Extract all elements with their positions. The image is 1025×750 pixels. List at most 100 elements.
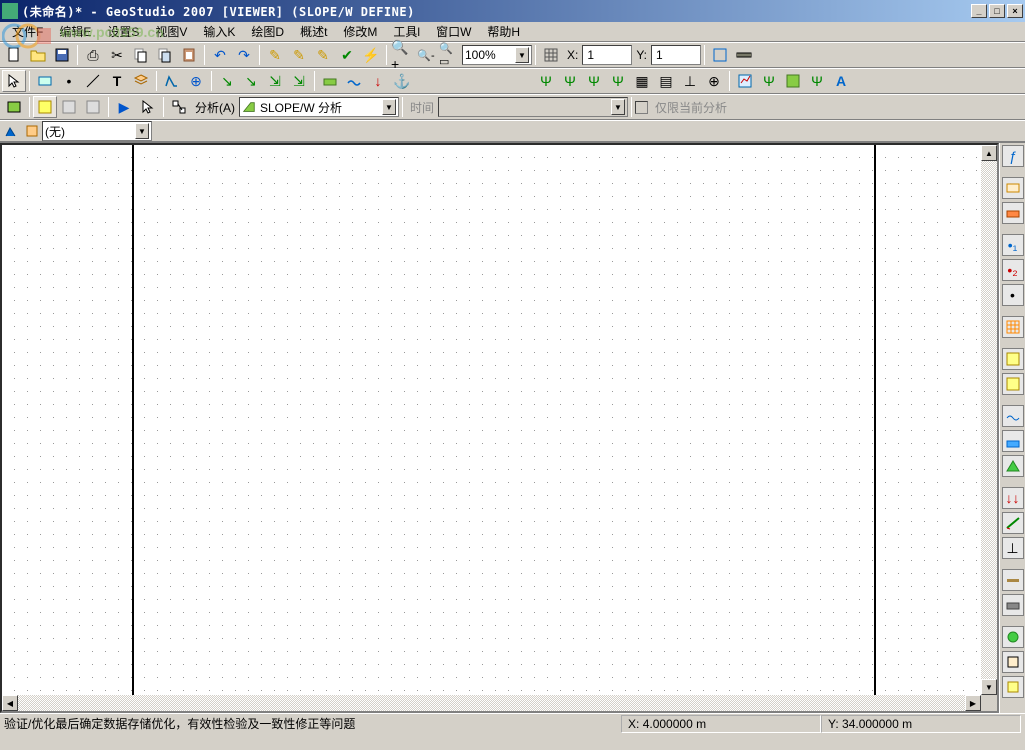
menu-help[interactable]: 帮助H <box>479 21 528 42</box>
open-button[interactable] <box>26 44 50 66</box>
scroll-right-button[interactable]: ▶ <box>965 695 981 711</box>
load-tool[interactable]: ↓ <box>366 70 390 92</box>
text-a-tool[interactable]: A <box>829 70 853 92</box>
save-button[interactable] <box>50 44 74 66</box>
menu-edit[interactable]: 编辑E <box>51 21 99 42</box>
layer-combo[interactable]: (无) ▼ <box>42 121 152 141</box>
verify-button[interactable]: ✔ <box>335 44 359 66</box>
print-button[interactable]: ⎙ <box>81 44 105 66</box>
menu-draw[interactable]: 绘图D <box>243 21 292 42</box>
rb-load1-button[interactable]: ↓↓ <box>1002 487 1024 509</box>
maximize-button[interactable]: □ <box>989 4 1005 18</box>
menu-desc[interactable]: 概述t <box>292 21 335 42</box>
text-tool[interactable]: T <box>105 70 129 92</box>
tree-3-tool[interactable]: Ψ <box>582 70 606 92</box>
solve-button[interactable]: ⚡ <box>359 44 383 66</box>
rb-misc2-button[interactable] <box>1002 651 1024 673</box>
zoom-in-button[interactable]: 🔍+ <box>390 44 414 66</box>
minimize-button[interactable]: _ <box>971 4 987 18</box>
zoom-combo[interactable]: 100% ▼ <box>462 45 532 65</box>
slip-surface-tool[interactable]: Ψ <box>757 70 781 92</box>
zoom-out-button[interactable]: 🔍- <box>414 44 438 66</box>
label-tool[interactable]: Ψ <box>805 70 829 92</box>
rb-hatch-button[interactable] <box>1002 594 1024 616</box>
zoom-window-button[interactable]: 🔍▭ <box>438 44 462 66</box>
rb-point2-button[interactable]: •₂ <box>1002 259 1024 281</box>
support-tool[interactable]: ⊥ <box>678 70 702 92</box>
rb-anchor-button[interactable]: ⊥ <box>1002 537 1024 559</box>
contour-tool[interactable] <box>781 70 805 92</box>
rb-tension-button[interactable] <box>1002 569 1024 591</box>
tree-1-tool[interactable]: Ψ <box>534 70 558 92</box>
contour-mode-button[interactable] <box>81 96 105 118</box>
rb-grid-button[interactable] <box>1002 316 1024 338</box>
material-tool[interactable] <box>318 70 342 92</box>
copy-button[interactable] <box>129 44 153 66</box>
rb-water1-button[interactable] <box>1002 405 1024 427</box>
cursor-pos-button[interactable] <box>136 96 160 118</box>
define-tool-2[interactable]: ✎ <box>287 44 311 66</box>
scroll-up-button[interactable]: ▲ <box>981 145 997 161</box>
rb-material-button[interactable] <box>1002 202 1024 224</box>
close-button[interactable]: × <box>1007 4 1023 18</box>
scroll-track[interactable] <box>18 695 965 711</box>
define-tool-3[interactable]: ✎ <box>311 44 335 66</box>
new-button[interactable] <box>2 44 26 66</box>
scale-button[interactable] <box>732 44 756 66</box>
rb-green-button[interactable] <box>1002 455 1024 477</box>
scroll-left-button[interactable]: ◀ <box>2 695 18 711</box>
slip-2-tool[interactable]: ↘ <box>239 70 263 92</box>
slip-1-tool[interactable]: ↘ <box>215 70 239 92</box>
tree-4-tool[interactable]: Ψ <box>606 70 630 92</box>
rb-point1-button[interactable]: •₁ <box>1002 234 1024 256</box>
chart-tool[interactable] <box>733 70 757 92</box>
cut-button[interactable]: ✂ <box>105 44 129 66</box>
menu-window[interactable]: 窗口W <box>428 21 479 42</box>
vertical-scrollbar[interactable]: ▲ ▼ <box>981 145 997 695</box>
rb-slip1-button[interactable] <box>1002 348 1024 370</box>
rb-load2-button[interactable] <box>1002 512 1024 534</box>
rb-slip2-button[interactable] <box>1002 373 1024 395</box>
water-tool[interactable] <box>342 70 366 92</box>
rb-region-button[interactable] <box>1002 177 1024 199</box>
rb-misc3-button[interactable] <box>1002 676 1024 698</box>
menu-view[interactable]: 视图V <box>147 21 195 42</box>
line-tool[interactable] <box>81 70 105 92</box>
pointer-tool[interactable] <box>2 70 26 92</box>
menu-modify[interactable]: 修改M <box>335 21 385 42</box>
copy-all-button[interactable] <box>153 44 177 66</box>
run-button[interactable]: ▶ <box>112 96 136 118</box>
grid-snap-button[interactable] <box>708 44 732 66</box>
paste-button[interactable] <box>177 44 201 66</box>
rb-misc1-button[interactable] <box>1002 626 1024 648</box>
menu-setup[interactable]: 设置S <box>99 21 147 42</box>
slip-4-tool[interactable]: ⇲ <box>287 70 311 92</box>
hatch-2-tool[interactable]: ▤ <box>654 70 678 92</box>
redo-button[interactable]: ↷ <box>232 44 256 66</box>
anchor-tool[interactable]: ⚓ <box>390 70 414 92</box>
hatch-1-tool[interactable]: ▦ <box>630 70 654 92</box>
x-input[interactable]: 1 <box>582 45 632 65</box>
y-input[interactable]: 1 <box>651 45 701 65</box>
layer-edit-button[interactable] <box>22 122 42 140</box>
tree-2-tool[interactable]: Ψ <box>558 70 582 92</box>
analysis-combo[interactable]: SLOPE/W 分析 ▼ <box>239 97 399 117</box>
define-mode-button[interactable] <box>33 96 57 118</box>
menu-file[interactable]: 文件F <box>4 21 51 42</box>
grid-button[interactable] <box>539 44 563 66</box>
rb-function-button[interactable]: ƒ <box>1002 145 1024 167</box>
rb-point3-button[interactable]: • <box>1002 284 1024 306</box>
define-tool-1[interactable]: ✎ <box>263 44 287 66</box>
slip-3-tool[interactable]: ⇲ <box>263 70 287 92</box>
layers-tool[interactable] <box>129 70 153 92</box>
scroll-down-button[interactable]: ▼ <box>981 679 997 695</box>
point-tool[interactable]: • <box>57 70 81 92</box>
undo-button[interactable]: ↶ <box>208 44 232 66</box>
region-tool[interactable] <box>33 70 57 92</box>
layer-vis-button[interactable] <box>2 122 22 140</box>
rb-water2-button[interactable] <box>1002 430 1024 452</box>
analysis-tree-button[interactable] <box>167 96 191 118</box>
horizontal-scrollbar[interactable]: ◀ ▶ <box>2 695 981 711</box>
sketch-region-tool[interactable] <box>160 70 184 92</box>
analysis-nav-button[interactable] <box>2 96 26 118</box>
